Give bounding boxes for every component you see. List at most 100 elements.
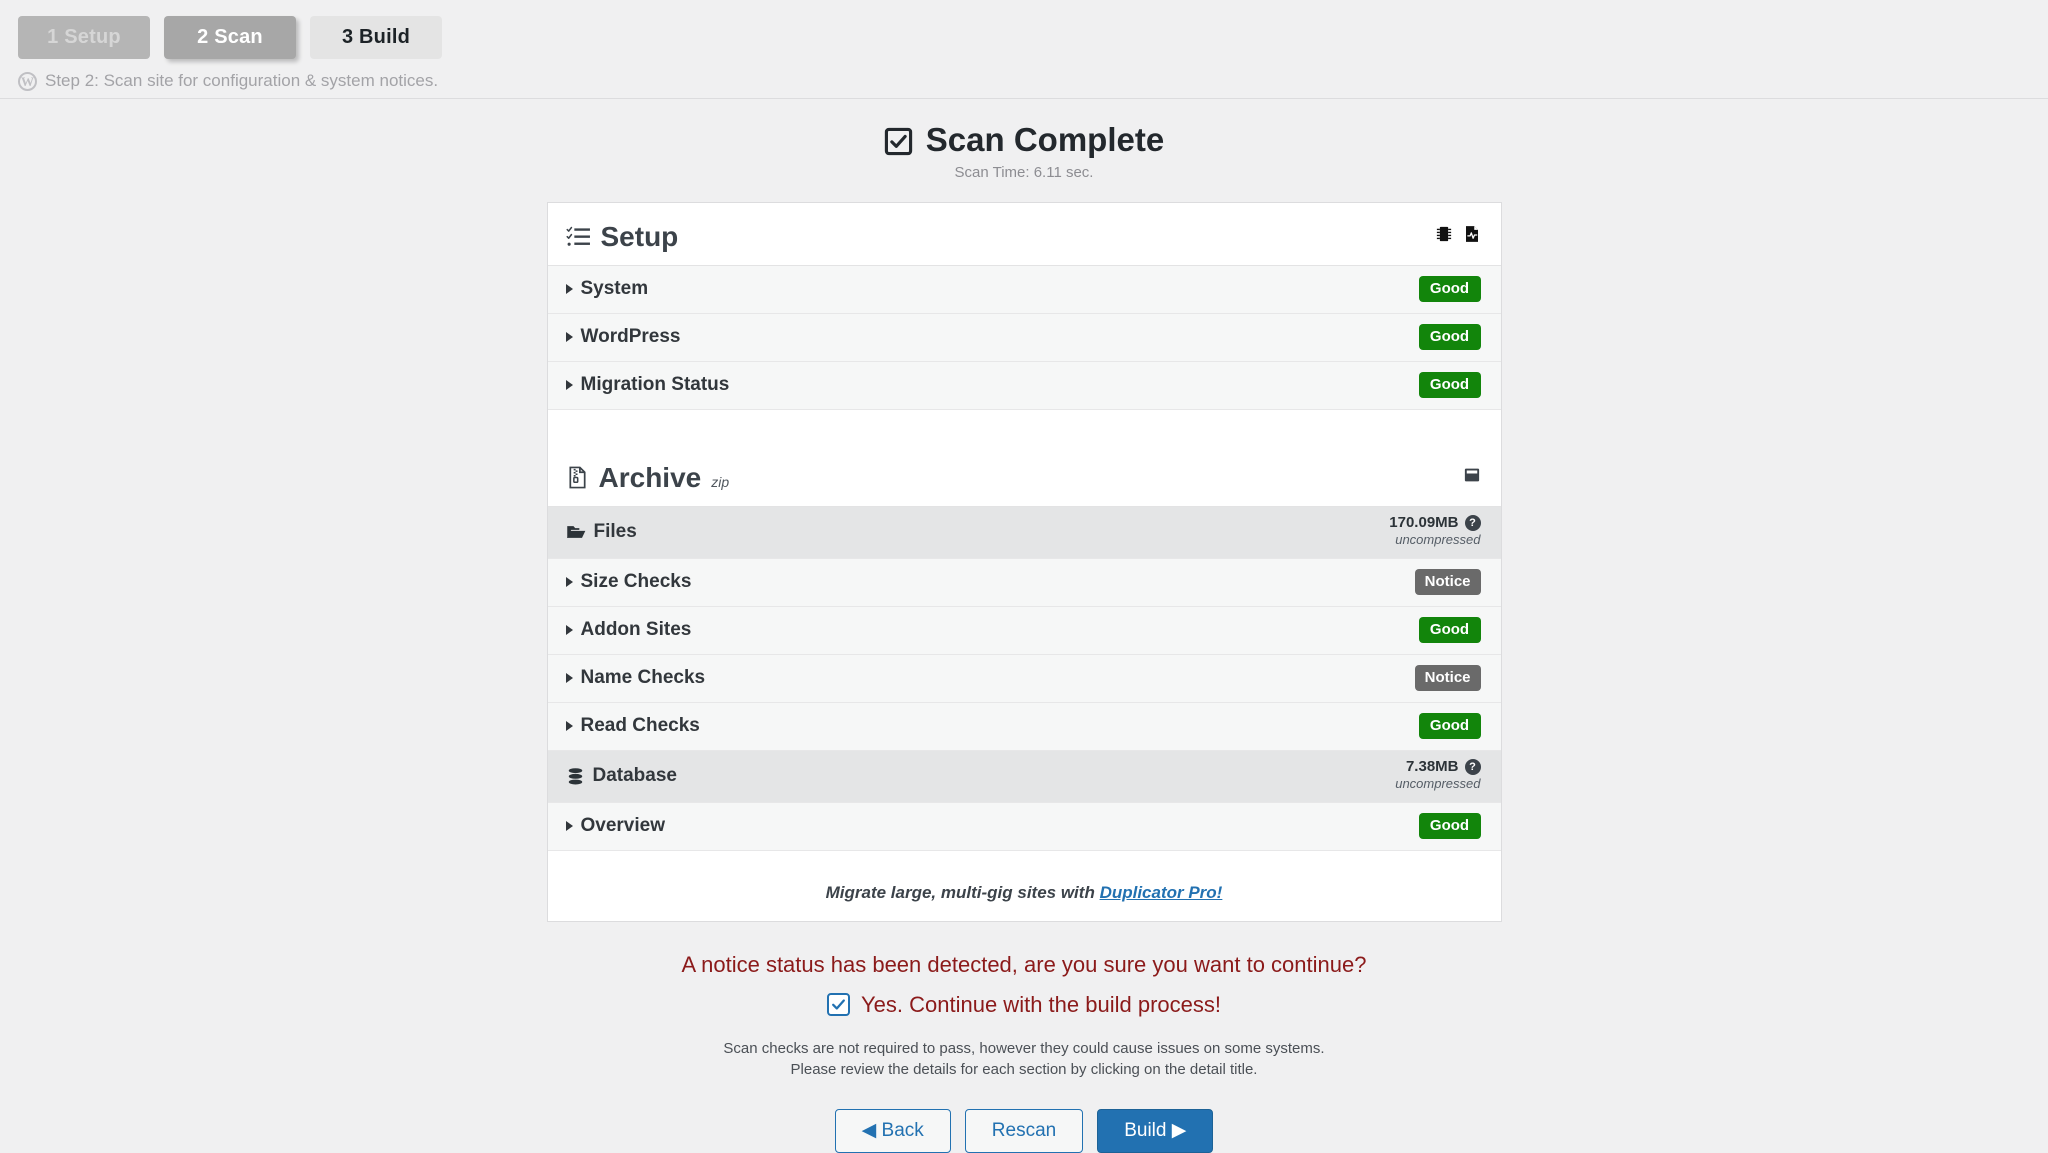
expand-triangle-icon xyxy=(565,821,573,831)
notice-warning: A notice status has been detected, are y… xyxy=(681,951,1367,977)
row-overview-label-wrap: Overview xyxy=(565,815,666,837)
step-tab-build[interactable]: 3 Build xyxy=(310,16,442,59)
row-migration-status[interactable]: Migration Status Good xyxy=(547,361,1501,410)
files-rows: Size Checks Notice Addon Sites Good Name… xyxy=(547,558,1501,751)
action-buttons: ◀ Back Rescan Build ▶ xyxy=(0,1109,2048,1153)
row-overview[interactable]: Overview Good xyxy=(547,802,1501,851)
duplicator-pro-link[interactable]: Duplicator Pro! xyxy=(1100,883,1223,902)
step-tabs: 1 Setup 2 Scan 3 Build xyxy=(18,16,2048,59)
group-files-label-wrap: Files xyxy=(566,521,637,543)
confirm-build-row: Yes. Continue with the build process! xyxy=(0,992,2048,1018)
expand-triangle-icon xyxy=(565,332,573,342)
question-mark-icon[interactable]: ? xyxy=(1464,514,1481,531)
row-name-checks-label-wrap: Name Checks xyxy=(565,667,706,689)
setup-title-row: Setup xyxy=(565,220,679,253)
scan-time: Scan Time: 6.11 sec. xyxy=(954,163,1094,181)
promo-line: Migrate large, multi-gig sites with Dupl… xyxy=(548,883,1501,903)
folder-icon xyxy=(566,522,586,542)
row-system[interactable]: System Good xyxy=(547,265,1501,314)
row-read-checks-label: Read Checks xyxy=(580,715,700,736)
row-addon-sites-label-wrap: Addon Sites xyxy=(565,619,692,641)
step-bar: 1 Setup 2 Scan 3 Build W Step 2: Scan si… xyxy=(0,0,2048,99)
row-addon-sites-label: Addon Sites xyxy=(580,619,692,640)
setup-header-icons xyxy=(1435,225,1481,248)
rescan-button[interactable]: Rescan xyxy=(964,1109,1084,1153)
row-name-checks[interactable]: Name Checks Notice xyxy=(547,654,1501,703)
group-database-size-main-wrap: 7.38MB ? xyxy=(1395,758,1481,776)
group-database: Database 7.38MB ? uncompressed xyxy=(547,750,1501,803)
archive-header-icons xyxy=(1463,466,1481,489)
expand-triangle-icon xyxy=(565,625,573,635)
scan-help-line-1: Scan checks are not required to pass, ho… xyxy=(723,1039,1325,1057)
archive-box-icon[interactable] xyxy=(1463,466,1481,489)
status-badge: Good xyxy=(1418,812,1481,840)
step-tab-scan[interactable]: 2 Scan xyxy=(164,16,296,59)
row-read-checks-label-wrap: Read Checks xyxy=(565,715,700,737)
row-migration-status-label-wrap: Migration Status xyxy=(565,374,730,396)
row-wordpress-label: WordPress xyxy=(580,326,681,347)
group-database-label: Database xyxy=(592,765,678,786)
row-size-checks-label: Size Checks xyxy=(580,571,692,592)
expand-triangle-icon xyxy=(565,380,573,390)
step-description: W Step 2: Scan site for configuration & … xyxy=(18,71,2048,91)
group-database-size: 7.38MB ? uncompressed xyxy=(1395,758,1481,794)
continue-checkbox[interactable] xyxy=(827,993,851,1016)
step-description-text: Step 2: Scan site for configuration & sy… xyxy=(45,71,439,90)
row-system-label: System xyxy=(580,278,649,299)
promo-text: Migrate large, multi-gig sites with xyxy=(825,882,1100,902)
group-database-size-value: 7.38MB xyxy=(1405,758,1459,776)
group-files-size: 170.09MB ? uncompressed xyxy=(1389,514,1481,550)
scan-complete-title-row: Scan Complete xyxy=(884,121,1164,159)
row-size-checks-label-wrap: Size Checks xyxy=(565,571,692,593)
status-badge: Good xyxy=(1418,371,1481,399)
row-wordpress[interactable]: WordPress Good xyxy=(547,313,1501,362)
status-badge: Notice xyxy=(1414,664,1481,692)
step-tab-setup[interactable]: 1 Setup xyxy=(18,16,150,59)
row-read-checks[interactable]: Read Checks Good xyxy=(547,702,1501,751)
row-size-checks[interactable]: Size Checks Notice xyxy=(547,558,1501,607)
row-name-checks-label: Name Checks xyxy=(580,667,706,688)
row-migration-status-label: Migration Status xyxy=(580,374,730,395)
expand-triangle-icon xyxy=(565,721,573,731)
checklist-icon xyxy=(565,224,591,249)
build-button[interactable]: Build ▶ xyxy=(1097,1109,1214,1153)
group-database-label-wrap: Database xyxy=(566,765,678,787)
file-pulse-icon[interactable] xyxy=(1463,225,1481,248)
group-database-size-note: uncompressed xyxy=(1395,776,1481,792)
file-archive-icon xyxy=(566,466,589,489)
checked-box-icon xyxy=(884,126,913,155)
archive-title-row: Archive zip xyxy=(566,461,730,494)
status-badge: Good xyxy=(1418,616,1481,644)
continue-checkbox-label[interactable]: Yes. Continue with the build process! xyxy=(861,992,1221,1018)
group-files: Files 170.09MB ? uncompressed xyxy=(547,506,1501,559)
archive-title: Archive xyxy=(598,461,702,493)
scan-results-card: Setup System Good WordPress Good Migrati… xyxy=(546,201,1502,922)
setup-rows: System Good WordPress Good Migration Sta… xyxy=(547,265,1501,410)
setup-section-header: Setup xyxy=(547,203,1501,266)
wordpress-icon: W xyxy=(18,71,37,91)
question-mark-icon[interactable]: ? xyxy=(1464,758,1481,775)
database-rows: Overview Good xyxy=(547,802,1501,851)
status-badge: Notice xyxy=(1414,568,1481,596)
status-badge: Good xyxy=(1418,275,1481,303)
expand-triangle-icon xyxy=(565,577,573,587)
row-addon-sites[interactable]: Addon Sites Good xyxy=(547,606,1501,655)
expand-triangle-icon xyxy=(565,284,573,294)
scan-complete-header: Scan Complete Scan Time: 6.11 sec. xyxy=(0,121,2048,181)
row-overview-label: Overview xyxy=(580,815,666,836)
memory-chip-icon[interactable] xyxy=(1435,225,1453,248)
back-button[interactable]: ◀ Back xyxy=(834,1109,951,1153)
archive-format: zip xyxy=(711,473,730,490)
status-badge: Good xyxy=(1418,712,1481,740)
scan-help-line-2: Please review the details for each secti… xyxy=(790,1061,1258,1079)
archive-section-header: Archive zip xyxy=(547,444,1501,507)
setup-title: Setup xyxy=(600,220,679,252)
expand-triangle-icon xyxy=(565,673,573,683)
status-badge: Good xyxy=(1418,323,1481,351)
database-icon xyxy=(566,767,585,786)
scan-help-text: Scan checks are not required to pass, ho… xyxy=(0,1038,2048,1082)
row-system-label-wrap: System xyxy=(565,278,649,300)
group-files-size-note: uncompressed xyxy=(1395,532,1481,548)
group-files-label: Files xyxy=(593,521,637,542)
group-files-size-value: 170.09MB xyxy=(1389,514,1459,532)
